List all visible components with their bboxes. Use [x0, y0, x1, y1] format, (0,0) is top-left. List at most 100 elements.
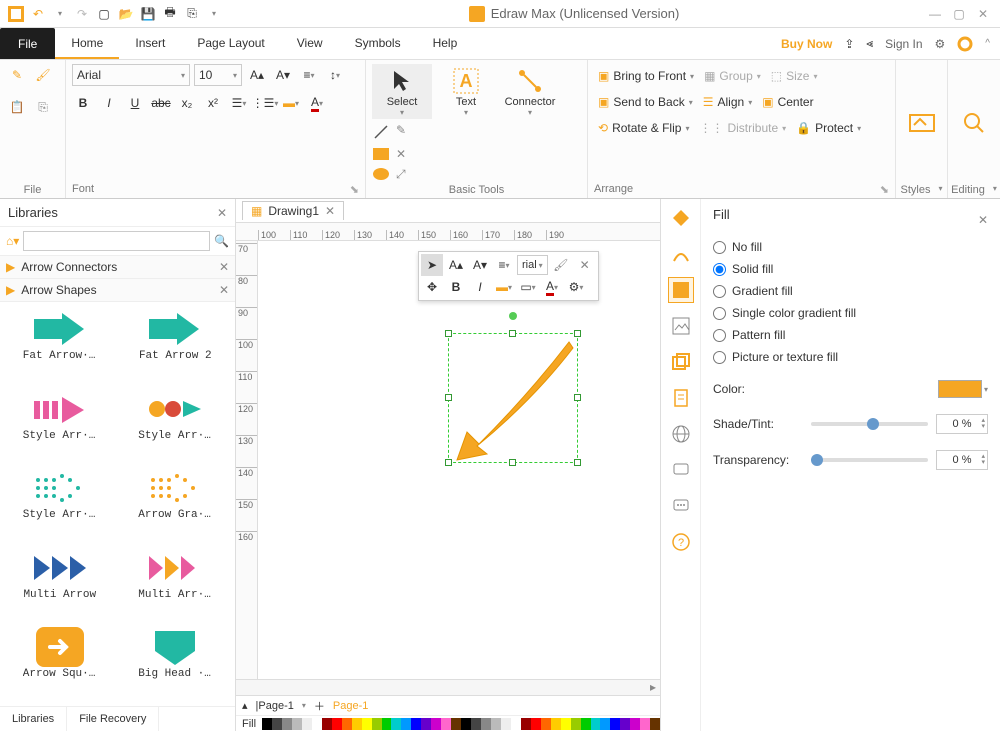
numbering-button[interactable]: ⋮☰	[254, 92, 276, 114]
undo-dropdown[interactable]: ▾	[50, 4, 70, 24]
protect-button[interactable]: 🔒Protect▾	[792, 116, 865, 140]
color-icon[interactable]	[957, 36, 973, 52]
save-button[interactable]: 💾	[138, 4, 158, 24]
share-icon[interactable]: ⪡	[866, 36, 873, 51]
resize-handle[interactable]	[574, 330, 581, 337]
collapse-ribbon-icon[interactable]: ^	[985, 38, 990, 49]
resize-handle[interactable]	[509, 330, 516, 337]
italic-button[interactable]: I	[98, 92, 120, 114]
mini-line-icon[interactable]: ▭	[517, 276, 539, 298]
lib-tab-libraries[interactable]: Libraries	[0, 707, 67, 731]
drawing-canvas[interactable]: ➤ A▴ A▾ ≡ rial▾ 🖌 ✕ ✥ B I ▬ ▭ A	[258, 241, 660, 679]
shape-multi-arrow-1[interactable]	[30, 547, 90, 589]
fill-tab-note[interactable]	[668, 493, 694, 519]
tab-help[interactable]: Help	[417, 28, 474, 59]
resize-handle[interactable]	[445, 459, 452, 466]
resize-handle[interactable]	[509, 459, 516, 466]
font-dialog-launcher[interactable]: ⬊	[350, 183, 359, 196]
rect-tool[interactable]	[372, 147, 390, 161]
bring-to-front-button[interactable]: ▣Bring to Front▾	[594, 64, 698, 88]
settings-icon[interactable]: ⚙	[935, 37, 946, 51]
resize-handle[interactable]	[445, 394, 452, 401]
align-text-icon[interactable]: ≡	[298, 64, 320, 86]
text-direction-icon[interactable]: ↕	[324, 64, 346, 86]
mini-align-icon[interactable]: ≡	[493, 254, 515, 276]
fill-tab-line[interactable]	[668, 241, 694, 267]
redo-button[interactable]: ↷	[72, 4, 92, 24]
send-to-back-button[interactable]: ▣Send to Back▾	[594, 90, 697, 114]
shape-selection[interactable]	[448, 333, 578, 463]
center-button[interactable]: ▣Center	[758, 90, 817, 114]
shape-fat-arrow-2[interactable]	[145, 308, 205, 350]
mini-close-icon[interactable]: ✕	[574, 254, 596, 276]
line-tool[interactable]	[372, 123, 390, 141]
tab-home[interactable]: Home	[55, 28, 119, 59]
connector-tool[interactable]: Connector▾	[500, 64, 560, 119]
font-family-combo[interactable]: Arial▾	[72, 64, 190, 86]
fill-tab-picture[interactable]	[668, 313, 694, 339]
resize-tool[interactable]: ⤢	[396, 167, 406, 182]
color-picker[interactable]	[938, 380, 982, 398]
superscript-button[interactable]: x²	[202, 92, 224, 114]
fill-tab-fill[interactable]	[668, 205, 694, 231]
shape-multi-arrow-2[interactable]	[145, 547, 205, 589]
section-arrow-shapes[interactable]: ▶Arrow Shapes✕	[0, 279, 235, 302]
sign-in-link[interactable]: Sign In	[885, 37, 922, 51]
radio-gradient-fill[interactable]	[713, 285, 726, 298]
brush-icon[interactable]: 🖌	[32, 64, 54, 86]
shape-fat-arrow-1[interactable]	[30, 308, 90, 350]
export-button[interactable]: ⎘	[182, 4, 202, 24]
mini-font-inc-icon[interactable]: A▴	[445, 254, 467, 276]
copy-icon[interactable]: ⎘	[32, 96, 54, 118]
arrange-dialog-launcher[interactable]: ⬊	[880, 183, 889, 196]
mini-font-color-icon[interactable]: A	[541, 276, 563, 298]
ellipse-tool[interactable]	[372, 167, 390, 182]
fill-tab-shadow[interactable]	[668, 277, 694, 303]
buy-now-link[interactable]: Buy Now	[781, 37, 832, 51]
mini-more-icon[interactable]: ⚙	[565, 276, 587, 298]
transparency-spinner[interactable]: 0 %	[936, 450, 988, 470]
font-color-button[interactable]: A	[306, 92, 328, 114]
fill-tab-layer[interactable]	[668, 349, 694, 375]
distribute-button[interactable]: ⋮⋮Distribute▾	[695, 116, 790, 140]
tab-insert[interactable]: Insert	[119, 28, 181, 59]
radio-single-gradient-fill[interactable]	[713, 307, 726, 320]
shape-big-head[interactable]	[145, 626, 205, 668]
rotate-flip-button[interactable]: ⟲Rotate & Flip▾	[594, 116, 693, 140]
close-button[interactable]: ✕	[976, 7, 990, 21]
font-size-combo[interactable]: 10▾	[194, 64, 242, 86]
mini-move-icon[interactable]: ✥	[421, 276, 443, 298]
new-button[interactable]: ▢	[94, 4, 114, 24]
mini-bold-icon[interactable]: B	[445, 276, 467, 298]
library-home-icon[interactable]: ⌂▾	[6, 234, 19, 248]
active-page-label[interactable]: Page-1	[333, 700, 368, 712]
fill-tab-clipboard[interactable]	[668, 385, 694, 411]
curved-arrow-shape[interactable]	[449, 334, 579, 464]
strikethrough-button[interactable]: abc	[150, 92, 172, 114]
radio-pattern-fill[interactable]	[713, 329, 726, 342]
shape-style-arrow-3[interactable]	[30, 467, 90, 509]
fill-panel-close-icon[interactable]: ✕	[978, 213, 988, 227]
text-tool[interactable]: A Text▾	[436, 64, 496, 119]
color-palette[interactable]	[262, 718, 660, 730]
bullets-button[interactable]: ☰	[228, 92, 250, 114]
fill-tab-help[interactable]: ?	[668, 529, 694, 555]
bold-button[interactable]: B	[72, 92, 94, 114]
decrease-font-icon[interactable]: A▾	[272, 64, 294, 86]
tab-page-layout[interactable]: Page Layout	[181, 28, 280, 59]
file-menu[interactable]: File	[0, 28, 55, 59]
fill-tab-hyperlink[interactable]	[668, 421, 694, 447]
fill-tab-comment[interactable]	[668, 457, 694, 483]
increase-font-icon[interactable]: A▴	[246, 64, 268, 86]
align-button[interactable]: ☰Align▾	[699, 90, 756, 114]
mini-fill-icon[interactable]: ▬	[493, 276, 515, 298]
section-arrow-connectors[interactable]: ▶Arrow Connectors✕	[0, 256, 235, 279]
resize-handle[interactable]	[574, 394, 581, 401]
shade-slider[interactable]	[811, 422, 928, 426]
underline-button[interactable]: U	[124, 92, 146, 114]
search-icon[interactable]: 🔍	[214, 234, 229, 248]
minimize-button[interactable]: —	[928, 7, 942, 21]
paste-icon[interactable]: 📋	[6, 96, 28, 118]
page-nav-up[interactable]: ▴	[242, 699, 248, 712]
doc-tab-close-icon[interactable]: ✕	[325, 204, 335, 218]
